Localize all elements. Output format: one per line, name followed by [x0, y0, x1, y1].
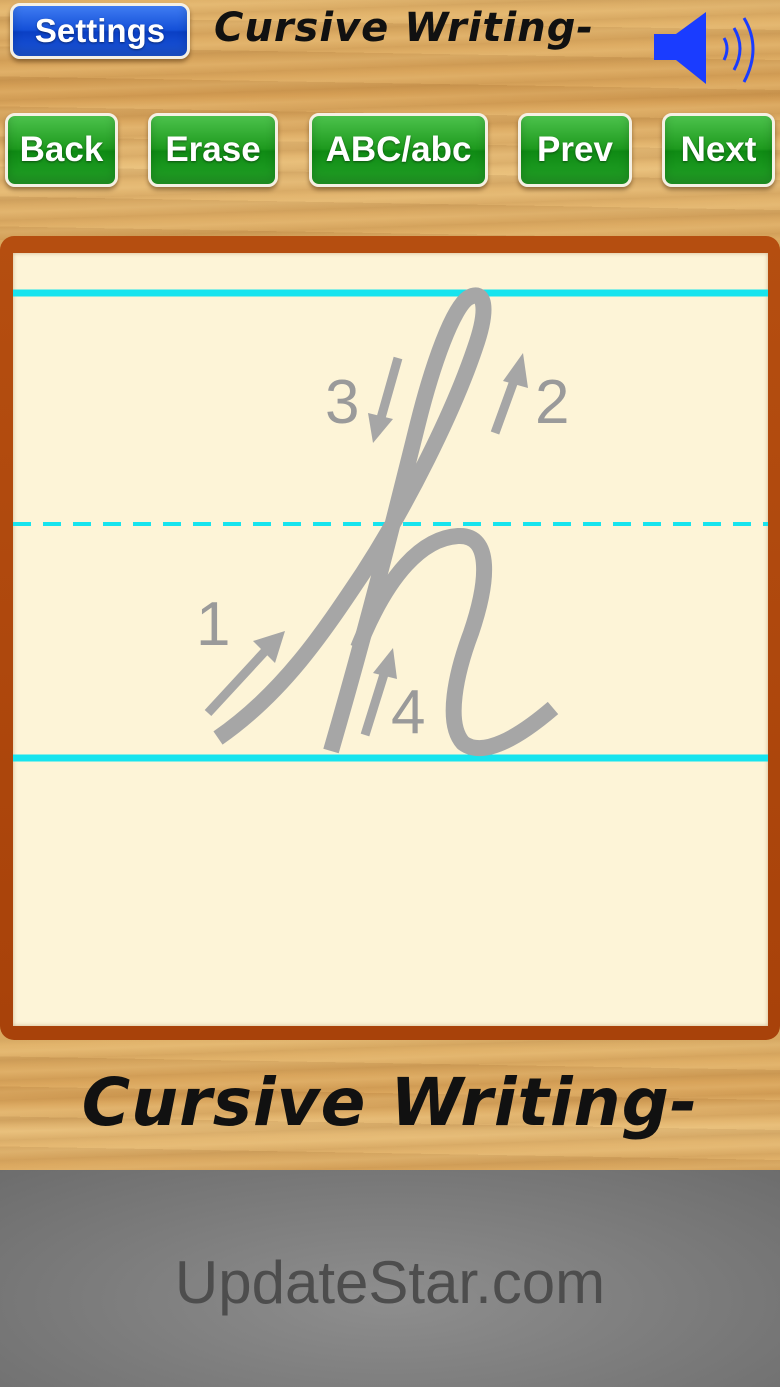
tracing-guide: 1 2 3 4: [13, 287, 768, 762]
settings-button[interactable]: Settings: [10, 3, 190, 59]
next-button[interactable]: Next: [662, 113, 775, 187]
prev-button[interactable]: Prev: [518, 113, 632, 187]
case-toggle-button[interactable]: ABC/abc: [309, 113, 488, 187]
stroke-number-4: 4: [391, 678, 425, 747]
arrow-3-icon: [368, 356, 403, 443]
app-title: Cursive Writing-: [214, 5, 594, 51]
back-button[interactable]: Back: [5, 113, 118, 187]
tracing-canvas[interactable]: 1 2 3 4: [13, 253, 768, 1026]
stroke-number-2: 2: [535, 368, 569, 437]
writing-board: 1 2 3 4: [0, 236, 780, 1040]
stroke-number-3: 3: [325, 368, 359, 437]
arrow-2-icon: [490, 353, 528, 435]
ad-banner-text: UpdateStar.com: [174, 1249, 606, 1316]
speaker-sound-on-icon[interactable]: [652, 8, 762, 88]
stroke-number-1: 1: [196, 590, 230, 659]
erase-button[interactable]: Erase: [148, 113, 278, 187]
footer-title: Cursive Writing-: [81, 1064, 699, 1141]
